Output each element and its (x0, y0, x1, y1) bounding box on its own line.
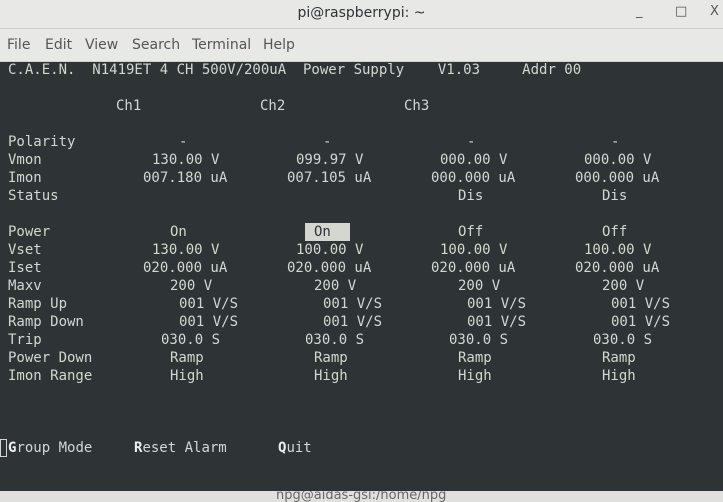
label-polarity: Polarity (8, 134, 76, 150)
iset-ch3[interactable]: 020.000 uA (575, 259, 659, 277)
power-down-ch3[interactable]: Ramp (602, 349, 636, 367)
power-ch3[interactable]: Off (602, 223, 627, 241)
command-group-mode[interactable]: Group Mode (8, 439, 92, 457)
label-imon-range: Imon Range (8, 368, 93, 384)
vset-ch1[interactable]: 100.00 V (296, 241, 363, 259)
imon-range-ch1[interactable]: High (314, 367, 348, 385)
channel-header-1: Ch1 (116, 98, 142, 114)
label-vmon: Vmon (8, 152, 42, 168)
command-reset-alarm[interactable]: Reset Alarm (134, 439, 227, 457)
ramp-up-ch1[interactable]: 001 V/S (323, 295, 382, 313)
ramp-down-ch0[interactable]: 001 V/S (179, 313, 238, 331)
menu-help[interactable]: Help (263, 37, 295, 53)
channel-header-2: Ch2 (260, 98, 286, 114)
menu-terminal[interactable]: Terminal (192, 37, 251, 53)
polarity-ch3[interactable]: - (611, 133, 619, 151)
label-iset: Iset (8, 260, 42, 276)
label-power-down: Power Down (8, 350, 93, 366)
terminal-cursor (0, 439, 7, 457)
background-window-titlebar[interactable]: npg@aidas-gsi:/home/npg (0, 491, 723, 502)
ramp-up-ch0[interactable]: 001 V/S (179, 295, 238, 313)
vset-ch2[interactable]: 100.00 V (440, 241, 507, 259)
vmon-ch3[interactable]: 000.00 V (584, 151, 651, 169)
ramp-down-ch1[interactable]: 001 V/S (323, 313, 382, 331)
terminal-header: C.A.E.N. N1419ET 4 CH 500V/200uA Power S… (8, 62, 582, 78)
label-status: Status (8, 188, 59, 204)
minimize-button[interactable]: _ (636, 4, 643, 19)
maximize-button[interactable]: □ (675, 4, 687, 19)
polarity-ch1[interactable]: - (323, 133, 331, 151)
power-down-ch0[interactable]: Ramp (170, 349, 204, 367)
power-ch0[interactable]: On (170, 223, 187, 241)
iset-ch2[interactable]: 020.000 uA (431, 259, 515, 277)
iset-ch1[interactable]: 020.000 uA (287, 259, 371, 277)
window-title: pi@raspberrypi: ~ (297, 5, 426, 21)
label-trip: Trip (8, 332, 42, 348)
label-ramp-down: Ramp Down (8, 314, 84, 330)
vmon-ch2[interactable]: 000.00 V (440, 151, 507, 169)
label-imon: Imon (8, 170, 42, 186)
trip-ch2[interactable]: 030.0 S (449, 331, 508, 349)
polarity-ch2[interactable]: - (467, 133, 475, 151)
trip-ch0[interactable]: 030.0 S (161, 331, 220, 349)
power-ch1[interactable]: On (305, 223, 350, 241)
imon-ch3[interactable]: 000.000 uA (575, 169, 659, 187)
imon-ch2[interactable]: 000.000 uA (431, 169, 515, 187)
power-ch2[interactable]: Off (458, 223, 483, 241)
imon-range-ch2[interactable]: High (458, 367, 492, 385)
maxv-ch0[interactable]: 200 V (170, 277, 212, 295)
menu-view[interactable]: View (85, 37, 118, 53)
iset-ch0[interactable]: 020.000 uA (143, 259, 227, 277)
terminal-area[interactable]: C.A.E.N. N1419ET 4 CH 500V/200uA Power S… (0, 61, 723, 491)
ramp-up-ch3[interactable]: 001 V/S (611, 295, 670, 313)
power-down-ch2[interactable]: Ramp (458, 349, 492, 367)
maxv-ch1[interactable]: 200 V (314, 277, 356, 295)
imon-range-ch0[interactable]: High (170, 367, 204, 385)
vset-ch3[interactable]: 100.00 V (584, 241, 651, 259)
vset-ch0[interactable]: 130.00 V (152, 241, 219, 259)
vmon-ch0[interactable]: 130.00 V (152, 151, 219, 169)
menu-search[interactable]: Search (132, 37, 180, 53)
maxv-ch2[interactable]: 200 V (458, 277, 500, 295)
status-ch2[interactable]: Dis (458, 187, 483, 205)
menu-file[interactable]: File (7, 37, 30, 53)
label-power: Power (8, 224, 51, 240)
trip-ch1[interactable]: 030.0 S (305, 331, 364, 349)
title-bar: pi@raspberrypi: ~ _ □ X (0, 0, 723, 29)
ramp-down-ch2[interactable]: 001 V/S (467, 313, 526, 331)
ramp-up-ch2[interactable]: 001 V/S (467, 295, 526, 313)
command-quit[interactable]: Quit (278, 439, 312, 457)
label-ramp-up: Ramp Up (8, 296, 68, 312)
status-ch3[interactable]: Dis (602, 187, 627, 205)
menu-edit[interactable]: Edit (45, 37, 72, 53)
close-button[interactable]: X (710, 4, 719, 19)
label-maxv: Maxv (8, 278, 42, 294)
maxv-ch3[interactable]: 200 V (602, 277, 644, 295)
vmon-ch1[interactable]: 099.97 V (296, 151, 363, 169)
background-window-title: npg@aidas-gsi:/home/npg (276, 491, 447, 502)
imon-ch0[interactable]: 007.180 uA (143, 169, 227, 187)
power-down-ch1[interactable]: Ramp (314, 349, 348, 367)
ramp-down-ch3[interactable]: 001 V/S (611, 313, 670, 331)
channel-header-3: Ch3 (404, 98, 430, 114)
imon-ch1[interactable]: 007.105 uA (287, 169, 371, 187)
trip-ch3[interactable]: 030.0 S (593, 331, 652, 349)
menu-bar: File Edit View Search Terminal Help (0, 29, 723, 62)
label-vset: Vset (8, 242, 42, 258)
imon-range-ch3[interactable]: High (602, 367, 636, 385)
polarity-ch0[interactable]: - (179, 133, 187, 151)
